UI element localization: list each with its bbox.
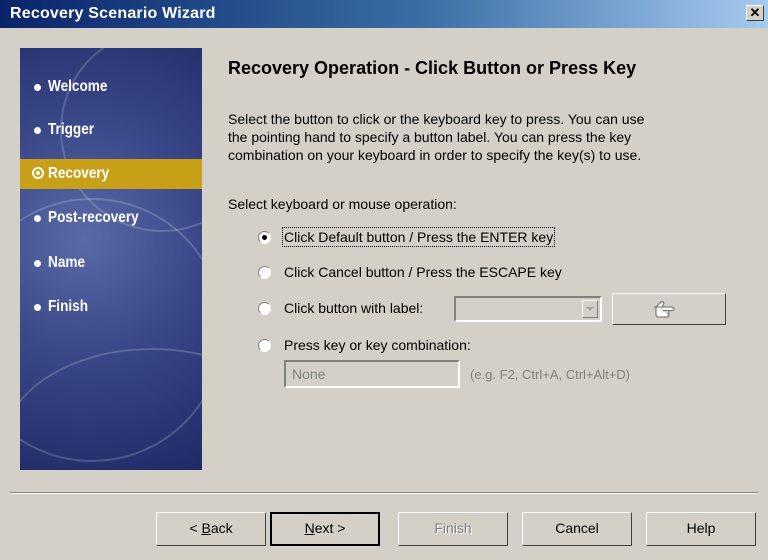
description-line: combination on your keyboard in order to… — [228, 147, 642, 163]
button-label-combo[interactable] — [454, 296, 602, 322]
option-label[interactable]: Press key or key combination: — [284, 337, 471, 353]
description-line: Select the button to click or the keyboa… — [228, 111, 645, 127]
step-label: Trigger — [48, 121, 95, 138]
option-label[interactable]: Click Cancel button / Press the ESCAPE k… — [284, 264, 562, 280]
step-label: Recovery — [48, 165, 110, 182]
bullet-icon — [34, 84, 41, 91]
step-label: Name — [48, 254, 86, 271]
option-press-key[interactable]: Press key or key combination: — [258, 336, 538, 356]
bullet-icon — [34, 304, 41, 311]
close-icon: ✕ — [749, 5, 761, 20]
chevron-down-icon[interactable] — [582, 300, 598, 318]
title-bar[interactable]: Recovery Scenario Wizard ✕ — [0, 0, 768, 28]
wizard-steps-panel: Welcome Trigger Recovery Post-recovery N… — [20, 48, 202, 470]
step-name: Name — [20, 248, 202, 278]
bullet-icon — [34, 260, 41, 267]
option-click-default[interactable]: Click Default button / Press the ENTER k… — [258, 227, 598, 248]
operation-select-label: Select keyboard or mouse operation: — [228, 196, 457, 212]
step-label: Welcome — [48, 78, 108, 95]
option-click-cancel[interactable]: Click Cancel button / Press the ESCAPE k… — [258, 263, 598, 283]
description-line: the pointing hand to specify a button la… — [228, 129, 632, 145]
page-title: Recovery Operation - Click Button or Pre… — [228, 58, 637, 78]
pointing-hand-icon — [654, 301, 675, 318]
radio-button[interactable] — [258, 302, 271, 315]
radio-button[interactable] — [258, 231, 271, 244]
next-rest: ext > — [314, 520, 346, 536]
footer-separator — [10, 492, 758, 494]
pointing-hand-button[interactable] — [612, 293, 726, 325]
option-label[interactable]: Click Default button / Press the ENTER k… — [281, 227, 556, 247]
key-combination-field[interactable]: None — [284, 360, 460, 388]
back-prefix: < — [189, 520, 202, 536]
step-trigger: Trigger — [20, 115, 202, 145]
back-accel: B — [201, 520, 211, 536]
step-finish: Finish — [20, 292, 202, 322]
next-button[interactable]: Next > — [270, 512, 380, 546]
close-button[interactable]: ✕ — [746, 5, 764, 21]
radio-button[interactable] — [258, 339, 271, 352]
step-recovery: Recovery — [20, 159, 202, 189]
step-label: Post-recovery — [48, 209, 139, 226]
step-post-recovery: Post-recovery — [20, 203, 202, 233]
bullet-icon — [34, 127, 41, 134]
window-title: Recovery Scenario Wizard — [10, 5, 216, 22]
help-button[interactable]: Help — [646, 512, 756, 546]
step-welcome: Welcome — [20, 72, 202, 102]
active-bullet-icon — [32, 167, 44, 179]
cancel-button[interactable]: Cancel — [522, 512, 632, 546]
finish-button[interactable]: Finish — [398, 512, 508, 546]
bullet-icon — [34, 215, 41, 222]
back-rest: ack — [210, 520, 233, 536]
key-example-hint: (e.g. F2, Ctrl+A, Ctrl+Alt+D) — [470, 367, 631, 382]
next-accel: N — [304, 520, 315, 536]
description: Select the button to click or the keyboa… — [228, 110, 748, 164]
option-label[interactable]: Click button with label: — [284, 300, 423, 316]
step-label: Finish — [48, 298, 89, 315]
back-button[interactable]: < Back — [156, 512, 266, 546]
option-click-button-label[interactable]: Click button with label: — [258, 299, 448, 319]
radio-button[interactable] — [258, 266, 271, 279]
